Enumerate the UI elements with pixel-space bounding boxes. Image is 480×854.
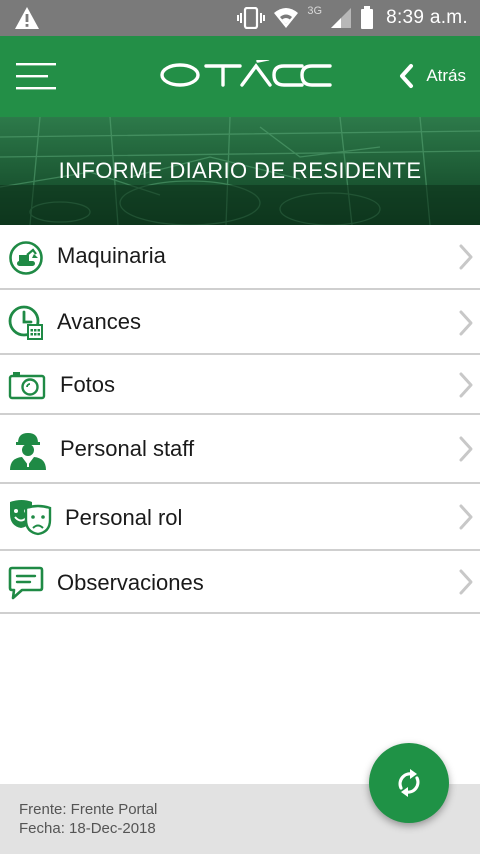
chevron-right-icon [459,436,473,462]
theater-masks-icon [10,500,52,536]
hamburger-menu-button[interactable] [14,58,60,94]
menu-item-avances[interactable]: Avances [0,290,480,355]
menu-item-label: Avances [57,309,141,334]
signal-icon [331,8,352,28]
menu-item-label: Observaciones [57,570,204,595]
status-bar: 3G 8:39 a.m. [0,0,480,36]
clock-label: 8:39 a.m. [386,7,468,28]
menu-item-label: Maquinaria [57,243,166,268]
menu-item-fotos[interactable]: Fotos [0,355,480,415]
back-label: Atrás [426,66,466,85]
page-title: INFORME DIARIO DE RESIDENTE [58,158,422,183]
worker-icon [10,433,46,470]
hamburger-icon [16,63,56,90]
menu-item-personal-rol[interactable]: Personal rol [0,484,480,551]
vibrate-icon [237,7,266,29]
menu-item-personal-staff[interactable]: Personal staff [0,415,480,484]
otacc-logo [160,60,332,87]
chevron-right-icon [459,504,473,530]
clock-calendar-icon [8,305,43,340]
chevron-left-icon [400,64,414,88]
sync-icon [398,769,420,797]
wifi-icon [274,8,299,28]
menu-item-observaciones[interactable]: Observaciones [0,551,480,614]
chevron-right-icon [459,310,473,336]
warning-icon [15,7,39,29]
chevron-right-icon [459,569,473,595]
sync-button[interactable] [369,743,449,823]
menu-item-maquinaria[interactable]: Maquinaria [0,225,480,290]
camera-icon [8,372,46,400]
menu-item-label: Fotos [60,372,116,397]
menu-item-label: Personal staff [60,436,195,461]
page-banner: INFORME DIARIO DE RESIDENTE [0,117,480,225]
battery-icon [361,6,374,29]
report-menu-list: Maquinaria Avances Fotos Personal staff … [0,225,480,614]
app-header: Atrás [0,36,480,117]
chat-icon [8,566,44,600]
chevron-right-icon [459,372,473,398]
excavator-icon [9,241,43,275]
back-button[interactable]: Atrás [398,60,466,92]
network-type-label: 3G [307,5,323,17]
chevron-right-icon [459,244,473,270]
menu-item-label: Personal rol [65,505,183,530]
